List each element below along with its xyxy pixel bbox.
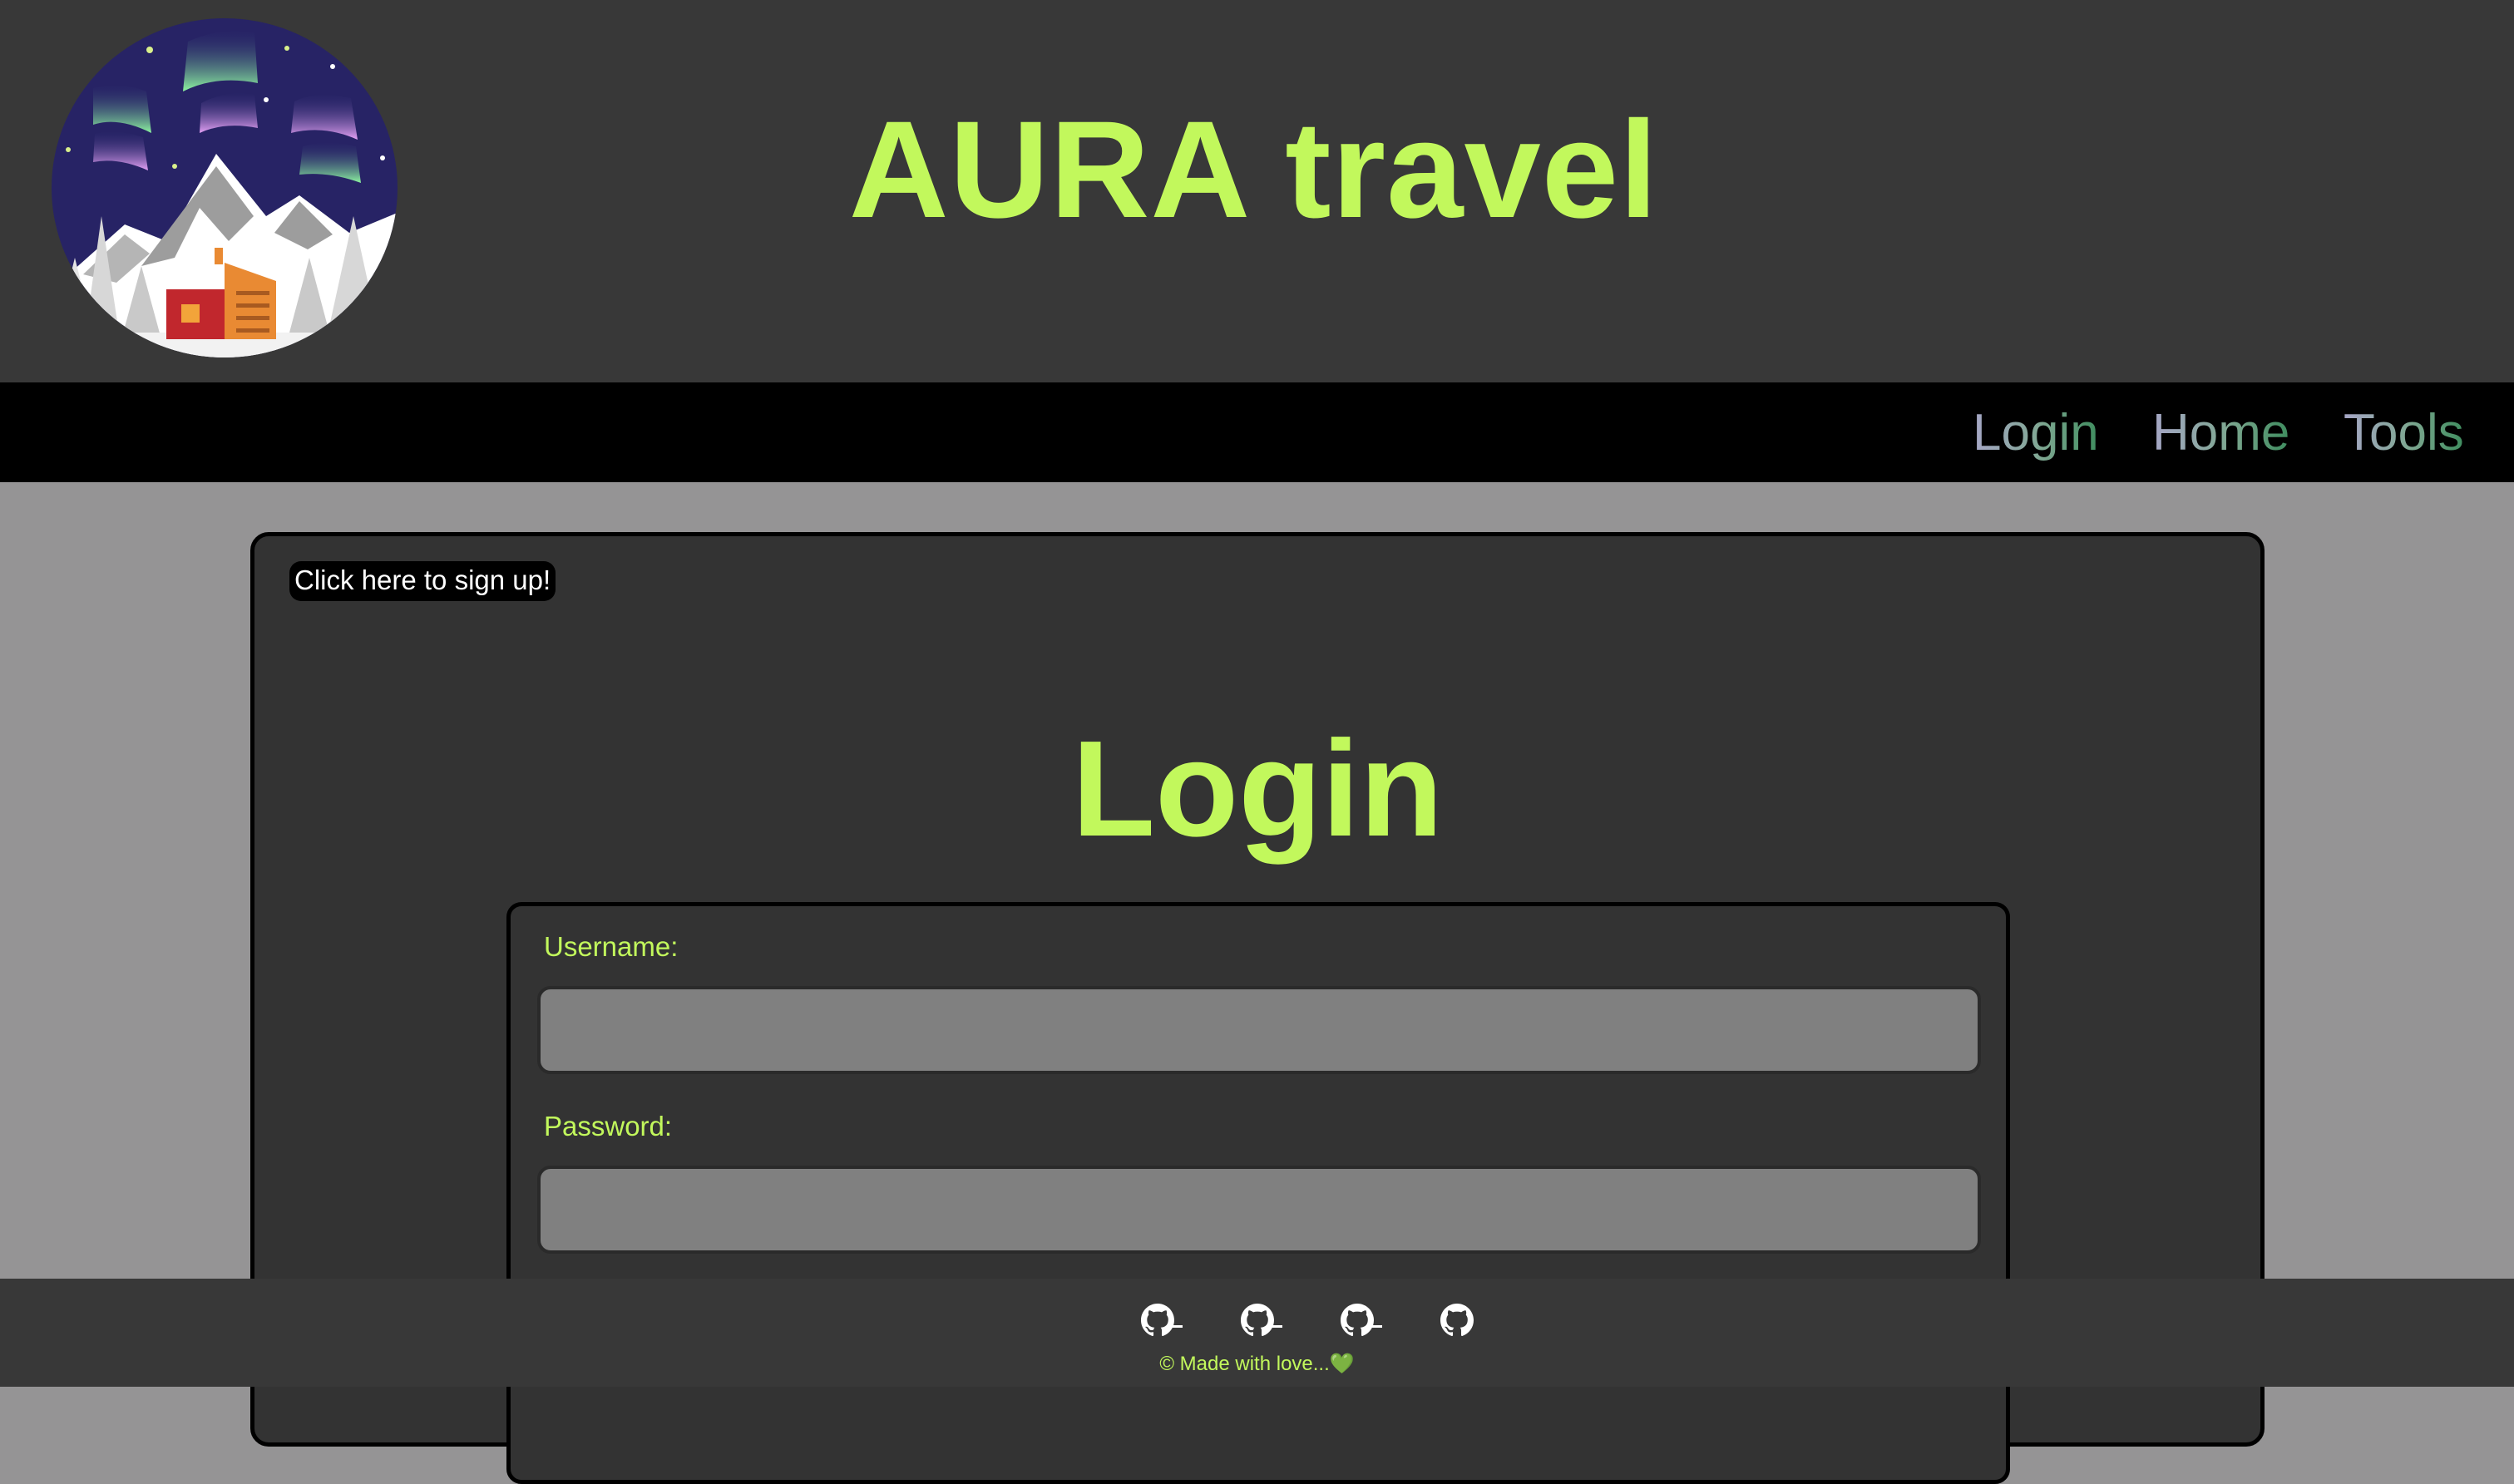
copyright-text: © Made with love...💚 bbox=[1159, 1353, 1355, 1375]
nav-home-link[interactable]: Home bbox=[2152, 396, 2289, 471]
underscore-mark bbox=[1272, 1325, 1282, 1328]
top-nav: Login Home Tools bbox=[0, 382, 2514, 482]
underscore-mark bbox=[1173, 1325, 1183, 1328]
nav-tools-link[interactable]: Tools bbox=[2344, 396, 2464, 471]
username-input[interactable] bbox=[537, 986, 1981, 1074]
github-link-3[interactable] bbox=[1341, 1304, 1382, 1340]
site-title: AURA travel bbox=[848, 93, 1659, 247]
github-icon bbox=[1241, 1304, 1274, 1337]
github-icon bbox=[1440, 1304, 1474, 1337]
username-label: Username: bbox=[544, 931, 679, 962]
nav-login-link[interactable]: Login bbox=[1973, 396, 2099, 471]
github-icon bbox=[1341, 1304, 1374, 1337]
github-link-2[interactable] bbox=[1241, 1304, 1282, 1340]
password-label: Password: bbox=[544, 1111, 673, 1141]
page-title: Login bbox=[1071, 712, 1444, 865]
github-link-1[interactable] bbox=[1141, 1304, 1183, 1340]
password-input[interactable] bbox=[537, 1166, 1981, 1254]
site-footer: © Made with love...💚 bbox=[0, 1279, 2514, 1387]
site-header: AURA travel bbox=[0, 0, 2514, 382]
github-icon bbox=[1141, 1304, 1174, 1337]
signup-link[interactable]: Click here to sign up! bbox=[289, 561, 556, 601]
underscore-mark bbox=[1372, 1325, 1382, 1328]
login-form: Username: Password: bbox=[506, 902, 2010, 1484]
github-link-4[interactable] bbox=[1440, 1304, 1477, 1340]
